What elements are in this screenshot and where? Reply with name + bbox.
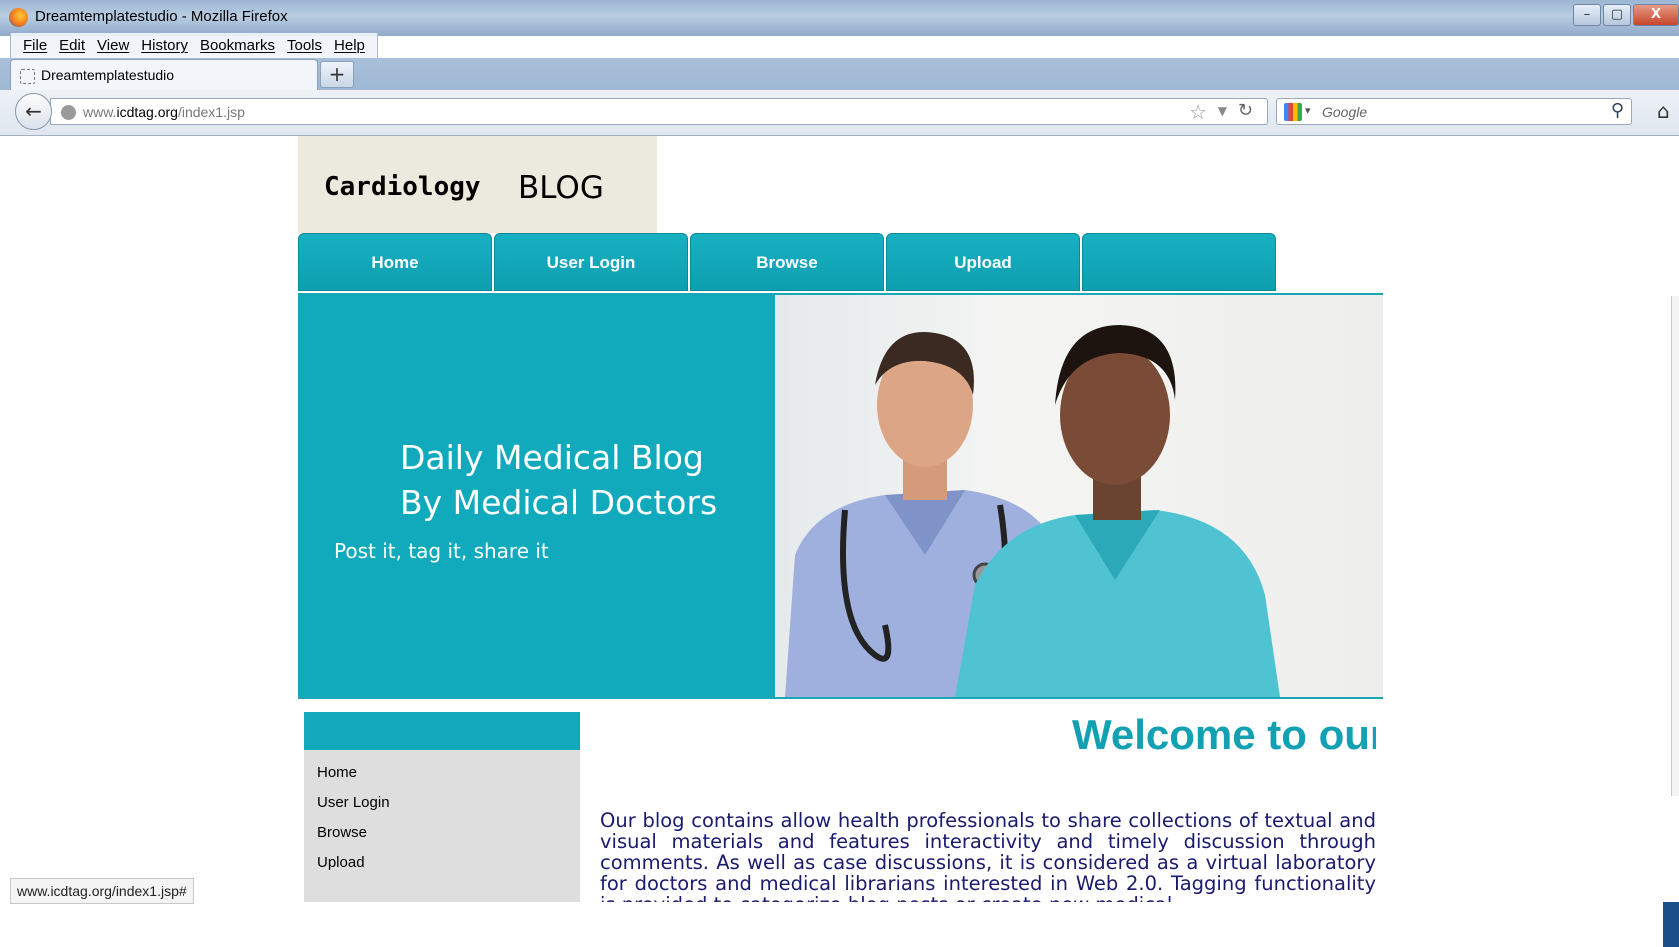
taskbar-corner bbox=[1663, 902, 1679, 947]
doctors-illustration bbox=[785, 325, 1280, 697]
menu-edit[interactable]: Edit bbox=[53, 33, 91, 58]
google-engine-icon[interactable] bbox=[1284, 103, 1302, 121]
url-bar[interactable]: www.icdtag.org/index1.jsp ☆ ▼ ↻ bbox=[50, 98, 1268, 125]
sidebar-link-upload[interactable]: Upload bbox=[304, 848, 580, 878]
sidebar-link-browse[interactable]: Browse bbox=[304, 818, 580, 848]
browser-tab[interactable]: Dreamtemplatestudio bbox=[10, 59, 318, 90]
sidebar-link-user-login[interactable]: User Login bbox=[304, 788, 580, 818]
search-magnifier-icon[interactable]: ⚲ bbox=[1611, 100, 1624, 121]
engine-dropdown-icon[interactable]: ▾ bbox=[1305, 104, 1311, 117]
nav-upload[interactable]: Upload bbox=[886, 233, 1080, 291]
logo-cardiology: Cardiology bbox=[324, 172, 481, 202]
menu-help[interactable]: Help bbox=[328, 33, 371, 58]
restore-button[interactable]: ▢ bbox=[1603, 4, 1631, 26]
tab-label: Dreamtemplatestudio bbox=[41, 67, 175, 83]
hero-heading: Daily Medical Blog By Medical Doctors bbox=[400, 435, 780, 525]
navigation-toolbar: www.icdtag.org/index1.jsp ☆ ▼ ↻ ← ▾ Goog… bbox=[0, 90, 1679, 136]
sidebar-header bbox=[304, 712, 580, 750]
tab-strip: Dreamtemplatestudio + bbox=[0, 58, 1679, 90]
intro-paragraph: Our blog contains allow health professio… bbox=[600, 810, 1376, 902]
new-tab-button[interactable]: + bbox=[320, 61, 354, 88]
menu-bookmarks[interactable]: Bookmarks bbox=[194, 33, 281, 58]
nav-browse[interactable]: Browse bbox=[690, 233, 884, 291]
firefox-logo-icon bbox=[9, 8, 28, 27]
menu-view[interactable]: View bbox=[91, 33, 135, 58]
sidebar: Home User Login Browse Upload bbox=[304, 712, 580, 902]
minimize-button[interactable]: – bbox=[1573, 4, 1601, 26]
search-input[interactable]: Google bbox=[1322, 104, 1367, 120]
menubar: File Edit View History Bookmarks Tools H… bbox=[10, 33, 378, 59]
logo-blog: BLOG bbox=[518, 170, 604, 206]
hero-tagline: Post it, tag it, share it bbox=[334, 539, 549, 563]
url-prefix: www. bbox=[83, 104, 117, 120]
site-logo[interactable]: Cardiology BLOG bbox=[298, 136, 657, 233]
menu-file[interactable]: File bbox=[17, 33, 53, 58]
web-page: Cardiology BLOG Home User Login Browse U… bbox=[0, 136, 1679, 902]
welcome-heading: Welcome to our bbox=[1072, 711, 1376, 758]
status-bar: www.icdtag.org/index1.jsp# bbox=[10, 878, 194, 904]
window-controls: – ▢ X bbox=[1571, 0, 1679, 28]
page-scrollbar[interactable] bbox=[1671, 296, 1679, 796]
url-text[interactable]: www.icdtag.org/index1.jsp bbox=[83, 104, 245, 120]
back-button[interactable]: ← bbox=[15, 93, 52, 130]
blank-page-icon bbox=[20, 69, 35, 84]
doctors-photo bbox=[775, 295, 1383, 697]
search-bar[interactable]: ▾ Google ⚲ bbox=[1276, 98, 1632, 125]
menu-tools[interactable]: Tools bbox=[281, 33, 328, 58]
site-identity-icon[interactable] bbox=[61, 105, 76, 120]
bookmark-star-icon[interactable]: ☆ bbox=[1189, 100, 1207, 124]
url-path: /index1.jsp bbox=[177, 104, 245, 120]
nav-empty[interactable] bbox=[1082, 233, 1276, 291]
sidebar-link-home[interactable]: Home bbox=[304, 758, 580, 788]
hero-banner: Daily Medical Blog By Medical Doctors Po… bbox=[298, 293, 1383, 699]
intro-section: Our blog contains allow health professio… bbox=[600, 810, 1376, 902]
url-domain: icdtag.org bbox=[116, 104, 178, 120]
site-nav: Home User Login Browse Upload bbox=[298, 233, 1278, 291]
hero-heading-line2: By Medical Doctors bbox=[400, 483, 718, 522]
back-arrow-icon: ← bbox=[25, 99, 42, 123]
close-button[interactable]: X bbox=[1633, 4, 1679, 26]
menu-history[interactable]: History bbox=[135, 33, 194, 58]
hero-heading-line1: Daily Medical Blog bbox=[400, 438, 704, 477]
history-dropdown-icon[interactable]: ▼ bbox=[1218, 104, 1227, 118]
reload-icon[interactable]: ↻ bbox=[1238, 100, 1253, 121]
window-titlebar: Dreamtemplatestudio - Mozilla Firefox – … bbox=[0, 0, 1679, 36]
nav-home[interactable]: Home bbox=[298, 233, 492, 291]
home-icon[interactable]: ⌂ bbox=[1657, 99, 1670, 123]
window-title: Dreamtemplatestudio - Mozilla Firefox bbox=[35, 8, 288, 25]
nav-user-login[interactable]: User Login bbox=[494, 233, 688, 291]
